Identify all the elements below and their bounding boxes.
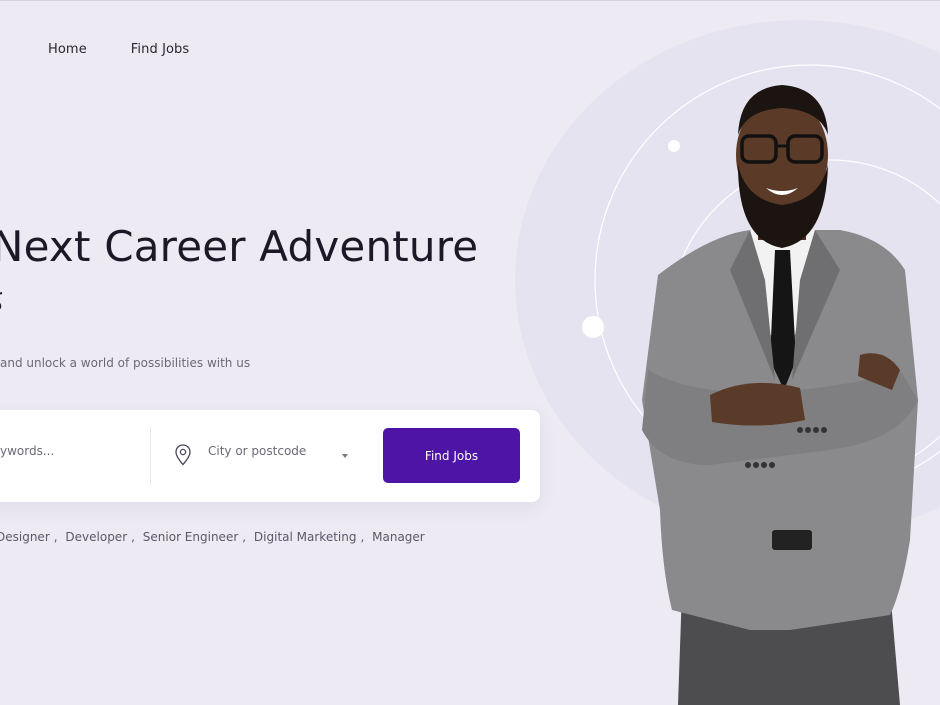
hero-title: Next Career Adventure <box>0 222 479 271</box>
popular-tags: Designer, Developer, Senior Engineer, Di… <box>0 530 433 544</box>
search-divider <box>150 427 151 485</box>
nav-find-jobs-link[interactable]: Find Jobs <box>131 42 189 57</box>
tag-link[interactable]: Designer, <box>0 530 58 544</box>
tag-link[interactable]: Senior Engineer, <box>143 530 246 544</box>
main-nav: Home Find Jobs <box>48 42 189 57</box>
hero-title-fragment <box>0 285 4 319</box>
hero-title-fragment-glyph <box>0 292 3 310</box>
hero-person-image <box>642 85 918 705</box>
location-pin-icon <box>175 444 191 466</box>
keywords-input[interactable] <box>0 444 150 458</box>
hero-description: and unlock a world of possibilities with… <box>0 356 251 370</box>
job-search-bar: City or postcode Find Jobs <box>0 410 540 502</box>
chevron-down-icon[interactable] <box>342 454 348 458</box>
tag-link[interactable]: Digital Marketing, <box>254 530 364 544</box>
location-select[interactable]: City or postcode <box>208 444 306 458</box>
tag-link[interactable]: Developer, <box>65 530 135 544</box>
find-jobs-button[interactable]: Find Jobs <box>383 428 520 483</box>
tag-link[interactable]: Manager <box>372 530 429 544</box>
nav-home-link[interactable]: Home <box>48 42 87 57</box>
top-border <box>0 0 940 1</box>
